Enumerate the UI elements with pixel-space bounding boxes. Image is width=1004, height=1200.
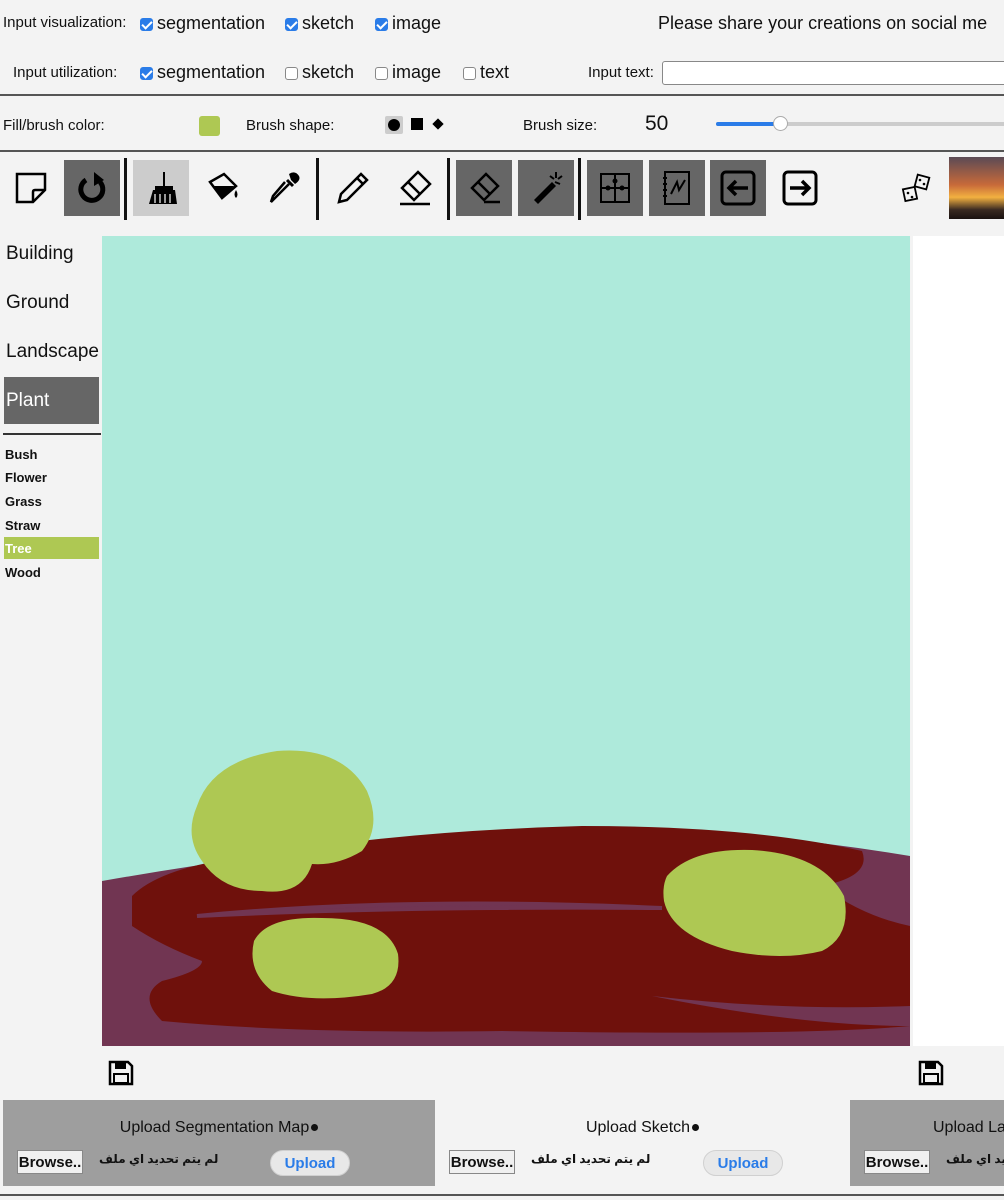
- bottom-divider: [0, 1194, 1004, 1196]
- segmentation-canvas[interactable]: [102, 236, 910, 1046]
- eyedropper-icon[interactable]: [255, 160, 311, 216]
- subcategory-bush[interactable]: Bush: [4, 443, 99, 465]
- eraser-icon[interactable]: [456, 160, 512, 216]
- sketch-eraser-icon[interactable]: [386, 160, 442, 216]
- viz-image-label: image: [392, 13, 442, 33]
- save-icon[interactable]: [108, 1060, 134, 1086]
- pencil-icon[interactable]: [325, 160, 381, 216]
- brush-shape-square[interactable]: [411, 118, 423, 130]
- no-file-selected-text: لم يتم تحديد اي ملف: [531, 1152, 651, 1166]
- brush-shape-label: Brush shape:: [246, 117, 335, 134]
- upload-landscape-panel: Upload La Browse.. لم يتم تحديد اي ملف: [850, 1100, 1004, 1186]
- toolbar: [0, 154, 1004, 222]
- viz-sketch-checkbox[interactable]: [285, 18, 298, 31]
- brush-size-slider[interactable]: [716, 122, 1004, 126]
- viz-sketch-label: sketch: [302, 13, 355, 33]
- save-output-icon[interactable]: [918, 1060, 944, 1086]
- browse-sketch-button[interactable]: Browse..: [449, 1150, 515, 1174]
- info-icon: [311, 1124, 319, 1132]
- category-plant[interactable]: Plant: [4, 377, 99, 424]
- util-text-label: text: [480, 62, 510, 82]
- viz-segmentation-checkbox[interactable]: [140, 18, 153, 31]
- upload-segmentation-title-text: Upload Segmentation Map: [119, 1119, 310, 1136]
- category-divider: [3, 433, 101, 435]
- info-icon: [692, 1124, 700, 1132]
- brush-shape-circle[interactable]: [385, 116, 403, 134]
- new-canvas-icon[interactable]: [3, 160, 59, 216]
- upload-sketch-panel: Upload Sketch Browse.. لم يتم تحديد اي م…: [435, 1100, 850, 1186]
- category-ground[interactable]: Ground: [4, 279, 99, 326]
- share-message: Please share your creations on social me: [658, 13, 988, 33]
- tree-blob: [252, 917, 399, 999]
- upload-sketch-button[interactable]: Upload: [703, 1150, 783, 1176]
- util-sketch-checkbox[interactable]: [285, 67, 298, 80]
- redo-icon[interactable]: [64, 160, 120, 216]
- visualization-row: Input visualization: segmentation sketch…: [0, 0, 1004, 48]
- sample-image-thumbnail[interactable]: [949, 157, 1004, 219]
- util-sketch-label: sketch: [302, 62, 355, 82]
- viz-image-checkbox[interactable]: [375, 18, 388, 31]
- input-visualization-label: Input visualization:: [3, 14, 127, 31]
- subcategory-straw[interactable]: Straw: [4, 514, 99, 536]
- upload-segmentation-panel: Upload Segmentation Map Browse.. لم يتم …: [3, 1100, 435, 1186]
- subcategory-flower[interactable]: Flower: [4, 466, 99, 488]
- brush-size-slider-fill: [716, 122, 780, 126]
- fill-color-label: Fill/brush color:: [3, 117, 105, 134]
- util-image-label: image: [392, 62, 442, 82]
- input-text-label: Input text:: [588, 64, 654, 81]
- no-file-selected-text: لم يتم تحديد اي ملف: [946, 1152, 1004, 1166]
- brush-size-slider-handle[interactable]: [773, 116, 788, 131]
- output-canvas: [913, 236, 1004, 1046]
- util-image-checkbox[interactable]: [375, 67, 388, 80]
- input-text-field[interactable]: [662, 61, 1004, 85]
- toolbar-separator: [578, 158, 581, 220]
- upload-sketch-title-text: Upload Sketch: [585, 1119, 691, 1136]
- fill-bucket-icon[interactable]: [194, 160, 250, 216]
- fill-color-swatch[interactable]: [199, 116, 220, 136]
- subcategory-wood[interactable]: Wood: [4, 561, 99, 583]
- arrow-left-icon[interactable]: [710, 160, 766, 216]
- upload-segmentation-title: Upload Segmentation Map: [3, 1119, 435, 1137]
- upload-landscape-title: Upload La: [933, 1119, 1004, 1136]
- magic-wand-icon[interactable]: [518, 160, 574, 216]
- sketchbook-icon[interactable]: [649, 160, 705, 216]
- category-building[interactable]: Building: [4, 230, 99, 277]
- no-file-selected-text: لم يتم تحديد اي ملف: [99, 1152, 219, 1166]
- toolbar-separator: [124, 158, 127, 220]
- dice-icon[interactable]: [888, 160, 944, 216]
- browse-landscape-button[interactable]: Browse..: [864, 1150, 930, 1174]
- browse-segmentation-button[interactable]: Browse..: [17, 1150, 83, 1174]
- segmentation-drawing: [102, 750, 910, 1046]
- input-utilization-label: Input utilization:: [13, 64, 118, 81]
- util-segmentation-label: segmentation: [157, 62, 266, 82]
- viz-segmentation-label: segmentation: [157, 13, 266, 33]
- brush-size-value: 50: [645, 112, 669, 135]
- category-landscape[interactable]: Landscape: [4, 328, 99, 375]
- puzzle-icon[interactable]: [587, 160, 643, 216]
- util-segmentation-checkbox[interactable]: [140, 67, 153, 80]
- upload-segmentation-button[interactable]: Upload: [270, 1150, 350, 1176]
- util-text-checkbox[interactable]: [463, 67, 476, 80]
- brush-icon[interactable]: [133, 160, 189, 216]
- toolbar-separator: [316, 158, 319, 220]
- arrow-right-icon[interactable]: [772, 160, 828, 216]
- upload-sketch-title: Upload Sketch: [435, 1119, 850, 1137]
- brush-size-label: Brush size:: [523, 117, 598, 134]
- toolbar-separator: [447, 158, 450, 220]
- subcategory-grass[interactable]: Grass: [4, 490, 99, 512]
- subcategory-tree[interactable]: Tree: [4, 537, 99, 559]
